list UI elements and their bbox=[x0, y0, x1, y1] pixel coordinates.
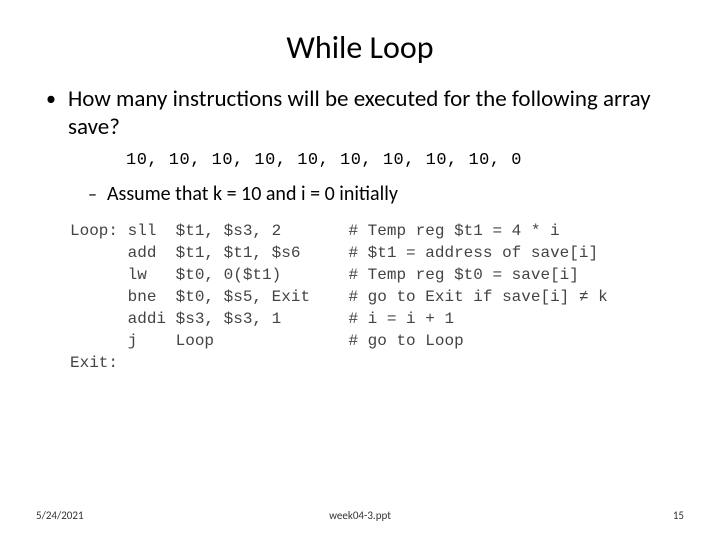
bullet-item: • How many instructions will be executed… bbox=[46, 85, 684, 141]
bullet-marker: • bbox=[46, 85, 56, 113]
footer-file: week04-3.ppt bbox=[36, 509, 684, 522]
slide-title: While Loop bbox=[36, 28, 684, 67]
footer: 5/24/2021 week04-3.ppt 15 bbox=[36, 509, 684, 522]
bullet-text: How many instructions will be executed f… bbox=[68, 85, 684, 141]
array-values: 10, 10, 10, 10, 10, 10, 10, 10, 10, 0 bbox=[126, 151, 684, 170]
sub-bullet-item: – Assume that k = 10 and i = 0 initially bbox=[88, 182, 684, 206]
code-block: Loop: sll $t1, $s3, 2 # Temp reg $t1 = 4… bbox=[70, 220, 684, 374]
sub-bullet-marker: – bbox=[88, 182, 97, 206]
sub-bullet-text: Assume that k = 10 and i = 0 initially bbox=[107, 182, 398, 206]
